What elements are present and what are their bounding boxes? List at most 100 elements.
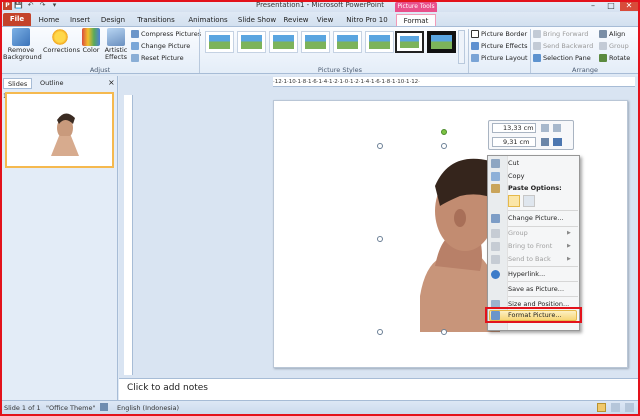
tab-slide-show[interactable]: Slide Show [235, 14, 279, 26]
bring-forward-button[interactable]: Bring Forward [533, 29, 588, 40]
menu-item-cut[interactable]: Cut [508, 158, 578, 169]
picture-border-icon [471, 30, 479, 38]
close-panel-icon[interactable]: × [108, 78, 115, 87]
picture-tools-header: Picture Tools [395, 2, 437, 12]
styles-gallery-scroll[interactable] [458, 30, 465, 64]
copy-icon [491, 172, 500, 181]
compress-label: Compress Pictures [141, 30, 202, 38]
bring-to-front-icon [491, 242, 500, 251]
picture-style-6[interactable] [365, 31, 394, 53]
resize-handle-n[interactable] [441, 143, 447, 149]
resize-handle-nw[interactable] [377, 143, 383, 149]
redo-icon[interactable]: ↷ [38, 1, 47, 10]
picture-style-5[interactable] [333, 31, 362, 53]
tab-view[interactable]: View [313, 14, 337, 26]
tab-design[interactable]: Design [98, 14, 128, 26]
artistic-effects-button[interactable]: Artistic Effects [103, 28, 129, 61]
resize-handle-s[interactable] [441, 329, 447, 335]
picture-style-4[interactable] [301, 31, 330, 53]
man-profile-image [380, 146, 500, 332]
tab-slides[interactable]: Slides [3, 78, 33, 89]
send-backward-button[interactable]: Send Backward [533, 41, 593, 52]
tab-nitro[interactable]: Nitro Pro 10 [342, 14, 392, 26]
send-backward-icon[interactable] [553, 124, 561, 132]
tab-home[interactable]: Home [36, 14, 62, 26]
adjust-group-label: Adjust [89, 66, 111, 74]
picture-style-2[interactable] [237, 31, 266, 53]
tab-outline[interactable]: Outline [36, 78, 68, 89]
tab-animations[interactable]: Animations [184, 14, 232, 26]
tab-insert[interactable]: Insert [66, 14, 94, 26]
height-field[interactable]: 13,33 cm [492, 123, 536, 133]
tab-format[interactable]: Format [396, 14, 436, 26]
normal-view-icon[interactable] [597, 403, 606, 412]
picture-style-8[interactable] [427, 31, 456, 53]
picture-layout-button[interactable]: Picture Layout [471, 53, 528, 64]
align-button[interactable]: Align [599, 29, 625, 40]
artistic-effects-label: Artistic Effects [104, 46, 128, 61]
picture-effects-button[interactable]: Picture Effects [471, 41, 528, 52]
separator [530, 29, 531, 73]
slide-sorter-icon[interactable] [611, 403, 620, 412]
menu-separator [508, 296, 578, 297]
color-button[interactable]: Color [80, 28, 102, 54]
rotate-button[interactable]: Rotate [599, 53, 630, 64]
picture-style-1[interactable] [205, 31, 234, 53]
send-backward-icon [533, 42, 541, 50]
spell-check-icon[interactable] [100, 403, 108, 411]
resize-handle-w[interactable] [377, 236, 383, 242]
annotation-highlight-box [485, 307, 582, 323]
reading-view-icon[interactable] [625, 403, 634, 412]
qat-more-icon[interactable]: ▾ [50, 1, 59, 10]
menu-item-change-picture[interactable]: Change Picture... [508, 213, 578, 224]
group-label: Group [609, 42, 629, 50]
close-button[interactable]: ✕ [620, 0, 638, 11]
group-button[interactable]: Group [599, 41, 629, 52]
group-icon [599, 42, 607, 50]
picture-style-3[interactable] [269, 31, 298, 53]
sun-icon [51, 28, 69, 46]
width-field[interactable]: 9,31 cm [492, 137, 536, 147]
paste-keep-format-icon[interactable] [508, 195, 520, 207]
picture-style-7[interactable] [395, 31, 424, 53]
undo-icon[interactable]: ↶ [26, 1, 35, 10]
rotation-handle[interactable] [441, 129, 447, 135]
picture-effects-icon [471, 42, 479, 50]
slide-thumbnail[interactable] [5, 92, 114, 168]
color-label: Color [82, 46, 100, 54]
selected-picture[interactable] [380, 146, 500, 332]
horizontal-ruler: ·12·1·10·1·8·1·6·1·4·1·2·1·0·1·2·1·4·1·6… [273, 77, 635, 87]
picture-border-button[interactable]: Picture Border [471, 29, 527, 40]
save-icon[interactable]: 💾 [14, 1, 23, 10]
menu-separator [508, 281, 578, 282]
paste-picture-icon[interactable] [523, 195, 535, 207]
menu-separator [508, 266, 578, 267]
tab-file[interactable]: File [3, 13, 31, 26]
theme-name: "Office Theme" [46, 404, 96, 412]
powerpoint-logo-icon[interactable]: P [3, 1, 12, 10]
menu-separator [508, 210, 578, 211]
minimize-button[interactable]: – [584, 0, 602, 11]
change-picture-button[interactable]: Change Picture [131, 41, 190, 52]
reset-picture-label: Reset Picture [141, 54, 184, 62]
tab-transitions[interactable]: Transitions [132, 14, 180, 26]
arrange-group-label: Arrange [572, 66, 598, 74]
menu-item-copy[interactable]: Copy [508, 171, 578, 182]
crop-icon[interactable] [541, 138, 549, 146]
hyperlink-icon [491, 270, 500, 279]
shape-outline-icon[interactable] [553, 138, 562, 146]
remove-background-button[interactable]: Remove Background [3, 28, 42, 61]
menu-item-save-as-picture[interactable]: Save as Picture... [508, 284, 578, 295]
align-label: Align [609, 30, 626, 38]
resize-handle-sw[interactable] [377, 329, 383, 335]
paste-icon [491, 184, 500, 193]
selection-pane-button[interactable]: Selection Pane [533, 53, 591, 64]
maximize-button[interactable]: □ [602, 0, 620, 11]
picture-layout-icon [471, 54, 479, 62]
corrections-button[interactable]: Corrections [43, 28, 80, 54]
tab-review[interactable]: Review [282, 14, 310, 26]
bring-forward-icon[interactable] [541, 124, 549, 132]
compress-pictures-button[interactable]: Compress Pictures [131, 29, 201, 40]
menu-item-hyperlink[interactable]: Hyperlink... [508, 269, 578, 280]
reset-picture-button[interactable]: Reset Picture [131, 53, 184, 64]
